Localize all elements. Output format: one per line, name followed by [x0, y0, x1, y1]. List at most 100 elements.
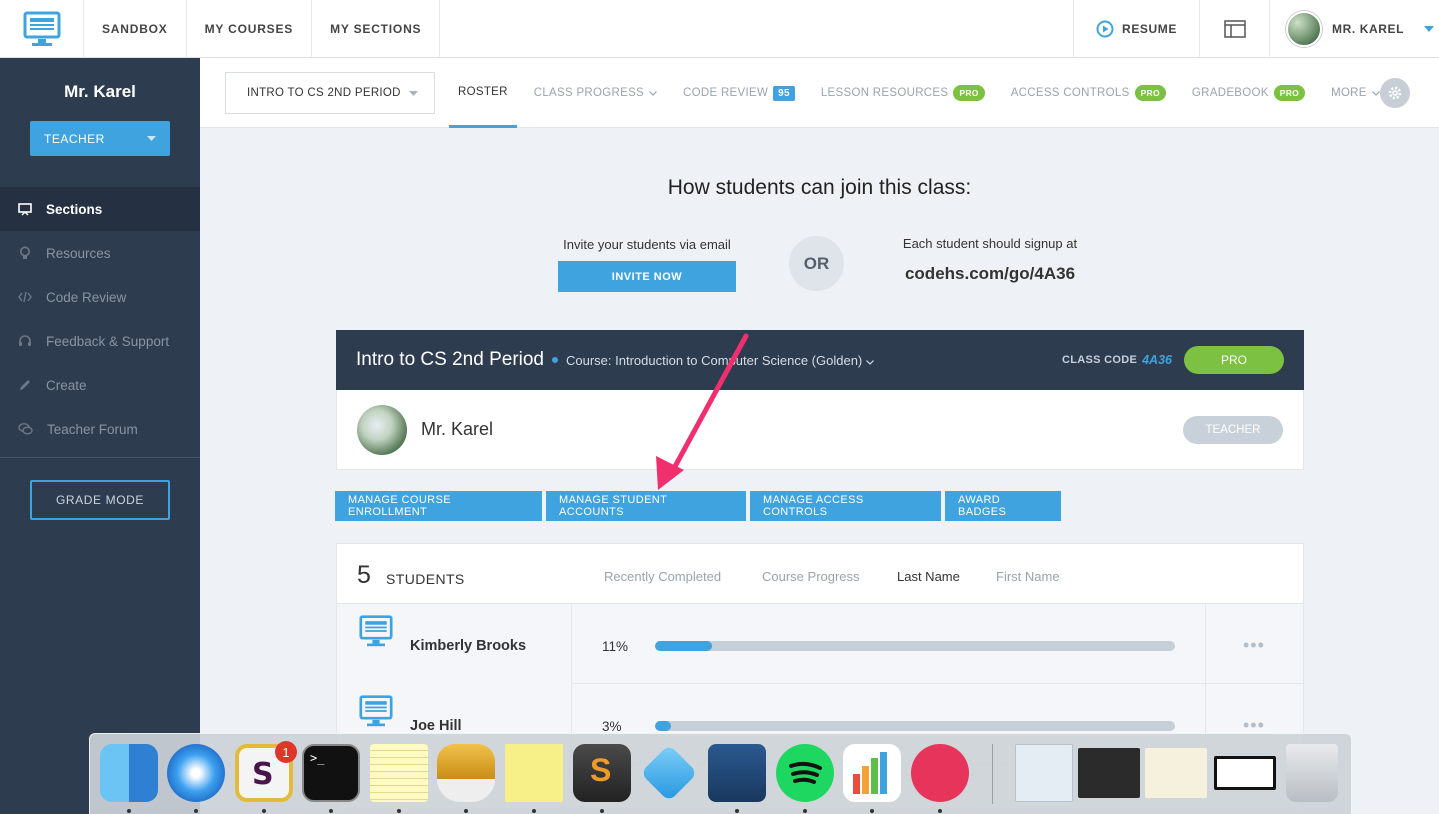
sidebar-divider	[0, 457, 200, 458]
sort-recently-completed[interactable]: Recently Completed	[604, 569, 721, 584]
dock-separator	[992, 744, 993, 804]
class-code: 4A36	[1142, 353, 1172, 367]
chevron-down-icon	[865, 359, 874, 365]
sort-last-name[interactable]: Last Name	[897, 569, 960, 584]
class-code-label: CLASS CODE	[1061, 354, 1138, 366]
spotify-icon[interactable]	[776, 744, 834, 802]
class-name: Intro to CS 2nd Period	[356, 349, 544, 370]
tab-gradebook[interactable]: GRADEBOOK PRO	[1183, 58, 1314, 128]
code-review-count-badge: 95	[773, 85, 795, 101]
manage-access-controls-button[interactable]: MANAGE ACCESS CONTROLS	[750, 491, 941, 521]
sort-first-name[interactable]: First Name	[996, 569, 1060, 584]
sidebar-user-name: Mr. Karel	[64, 82, 136, 101]
sidebar-item-sections[interactable]: Sections	[0, 187, 200, 231]
headset-icon	[19, 335, 31, 346]
tab-lesson-resources[interactable]: LESSON RESOURCES PRO	[812, 58, 994, 128]
nav-my-courses[interactable]: MY COURSES	[187, 0, 313, 58]
window-toggle-button[interactable]	[1199, 0, 1269, 58]
sequel-pro-icon[interactable]	[437, 744, 495, 802]
slack-notification-badge: 1	[275, 741, 297, 763]
notes-icon[interactable]	[370, 744, 428, 802]
section-select[interactable]: INTRO TO CS 2ND PERIOD	[225, 72, 435, 114]
blank-window-icon[interactable]	[1214, 756, 1276, 790]
separator-dot	[552, 357, 558, 363]
code-icon	[18, 291, 32, 303]
nav-my-sections[interactable]: MY SECTIONS	[312, 0, 441, 58]
student-count: 5	[357, 561, 371, 589]
teacher-badge: TEACHER	[1183, 415, 1283, 444]
avatar	[1286, 11, 1322, 47]
play-circle-icon	[1096, 20, 1114, 38]
dropbox-icon[interactable]	[640, 744, 698, 802]
pro-badge: PRO	[953, 85, 985, 101]
pro-badge: PRO	[1134, 85, 1166, 101]
resume-button[interactable]: RESUME	[1073, 0, 1199, 58]
code-window-icon[interactable]	[1078, 748, 1140, 798]
tab-class-progress[interactable]: CLASS PROGRESS	[525, 58, 666, 128]
skitch-icon[interactable]	[911, 744, 969, 802]
pro-status-pill[interactable]: PRO	[1184, 346, 1284, 374]
student-name[interactable]: Joe Hill	[410, 718, 462, 734]
or-divider: OR	[789, 236, 844, 291]
chevron-down-icon	[1371, 90, 1380, 96]
sort-course-progress[interactable]: Course Progress	[762, 569, 860, 584]
sidebar-item-label: Sections	[46, 201, 103, 217]
tab-code-review[interactable]: CODE REVIEW 95	[674, 58, 804, 128]
sidebar-item-create[interactable]: Create	[0, 363, 200, 407]
user-name: MR. KAREL	[1332, 22, 1405, 36]
terminal-icon[interactable]: >_	[302, 744, 360, 802]
sidebar-item-label: Create	[46, 377, 87, 393]
signup-url[interactable]: codehs.com/go/4A36	[880, 264, 1100, 284]
tab-label: MORE	[1331, 87, 1367, 99]
stickies-icon[interactable]	[505, 744, 563, 802]
invite-now-button[interactable]: INVITE NOW	[558, 261, 736, 292]
sublime-text-icon[interactable]: S	[573, 744, 631, 802]
table-row[interactable]: Kimberly Brooks 11% •••	[337, 604, 1303, 684]
section-select-value: INTRO TO CS 2ND PERIOD	[247, 87, 401, 99]
chevron-down-icon	[649, 90, 657, 96]
numbers-icon[interactable]	[843, 744, 901, 802]
trash-icon[interactable]	[1286, 744, 1338, 802]
finder-icon[interactable]	[100, 744, 158, 802]
signup-text: Each student should signup at	[902, 236, 1078, 251]
students-label: STUDENTS	[386, 571, 465, 587]
spreadsheet-window-icon[interactable]	[1145, 748, 1207, 798]
tab-label: GRADEBOOK	[1191, 87, 1269, 99]
caret-down-icon	[1424, 26, 1435, 32]
sidebar-item-label: Code Review	[46, 289, 127, 305]
settings-button[interactable]	[1380, 78, 1410, 108]
pencil-icon	[20, 380, 30, 390]
progress-bar	[655, 721, 1175, 731]
role-label: TEACHER	[44, 131, 105, 146]
xlsx-document-icon[interactable]	[1015, 744, 1073, 802]
sidebar-item-label: Resources	[46, 245, 111, 261]
user-menu[interactable]: MR. KAREL	[1269, 0, 1439, 58]
sidebar-item-resources[interactable]: Resources	[0, 231, 200, 275]
sidebar-item-label: Feedback & Support	[46, 333, 170, 349]
section-subnav: INTRO TO CS 2ND PERIOD ROSTER CLASS PROG…	[200, 58, 1439, 128]
student-name[interactable]: Kimberly Brooks	[410, 638, 526, 654]
manage-course-enrollment-button[interactable]: MANAGE COURSE ENROLLMENT	[335, 491, 542, 521]
invite-text: Invite your students via email	[563, 237, 731, 252]
safari-icon[interactable]	[167, 744, 225, 802]
role-dropdown[interactable]: TEACHER	[30, 121, 170, 156]
grade-mode-button[interactable]: GRADE MODE	[30, 480, 170, 520]
award-badges-button[interactable]: AWARD BADGES	[945, 491, 1061, 521]
teacher-name: Mr. Karel	[421, 419, 494, 439]
sidebar-item-feedback[interactable]: Feedback & Support	[0, 319, 200, 363]
virtualbox-icon[interactable]	[708, 744, 766, 802]
lightbulb-icon	[20, 246, 30, 259]
join-title: How students can join this class:	[667, 176, 972, 199]
more-options-icon[interactable]: •••	[1243, 635, 1265, 656]
student-monitor-icon	[359, 615, 393, 647]
teacher-row: Mr. Karel TEACHER	[336, 390, 1304, 470]
tab-access-controls[interactable]: ACCESS CONTROLS PRO	[1002, 58, 1175, 128]
progress-bar	[655, 641, 1175, 651]
codehs-logo[interactable]	[0, 0, 84, 58]
tab-more[interactable]: MORE	[1322, 58, 1389, 128]
manage-student-accounts-button[interactable]: MANAGE STUDENT ACCOUNTS	[546, 491, 746, 521]
sidebar-item-teacher-forum[interactable]: Teacher Forum	[0, 407, 200, 451]
sidebar-item-code-review[interactable]: Code Review	[0, 275, 200, 319]
tab-roster[interactable]: ROSTER	[449, 58, 517, 128]
nav-sandbox[interactable]: SANDBOX	[84, 0, 187, 58]
